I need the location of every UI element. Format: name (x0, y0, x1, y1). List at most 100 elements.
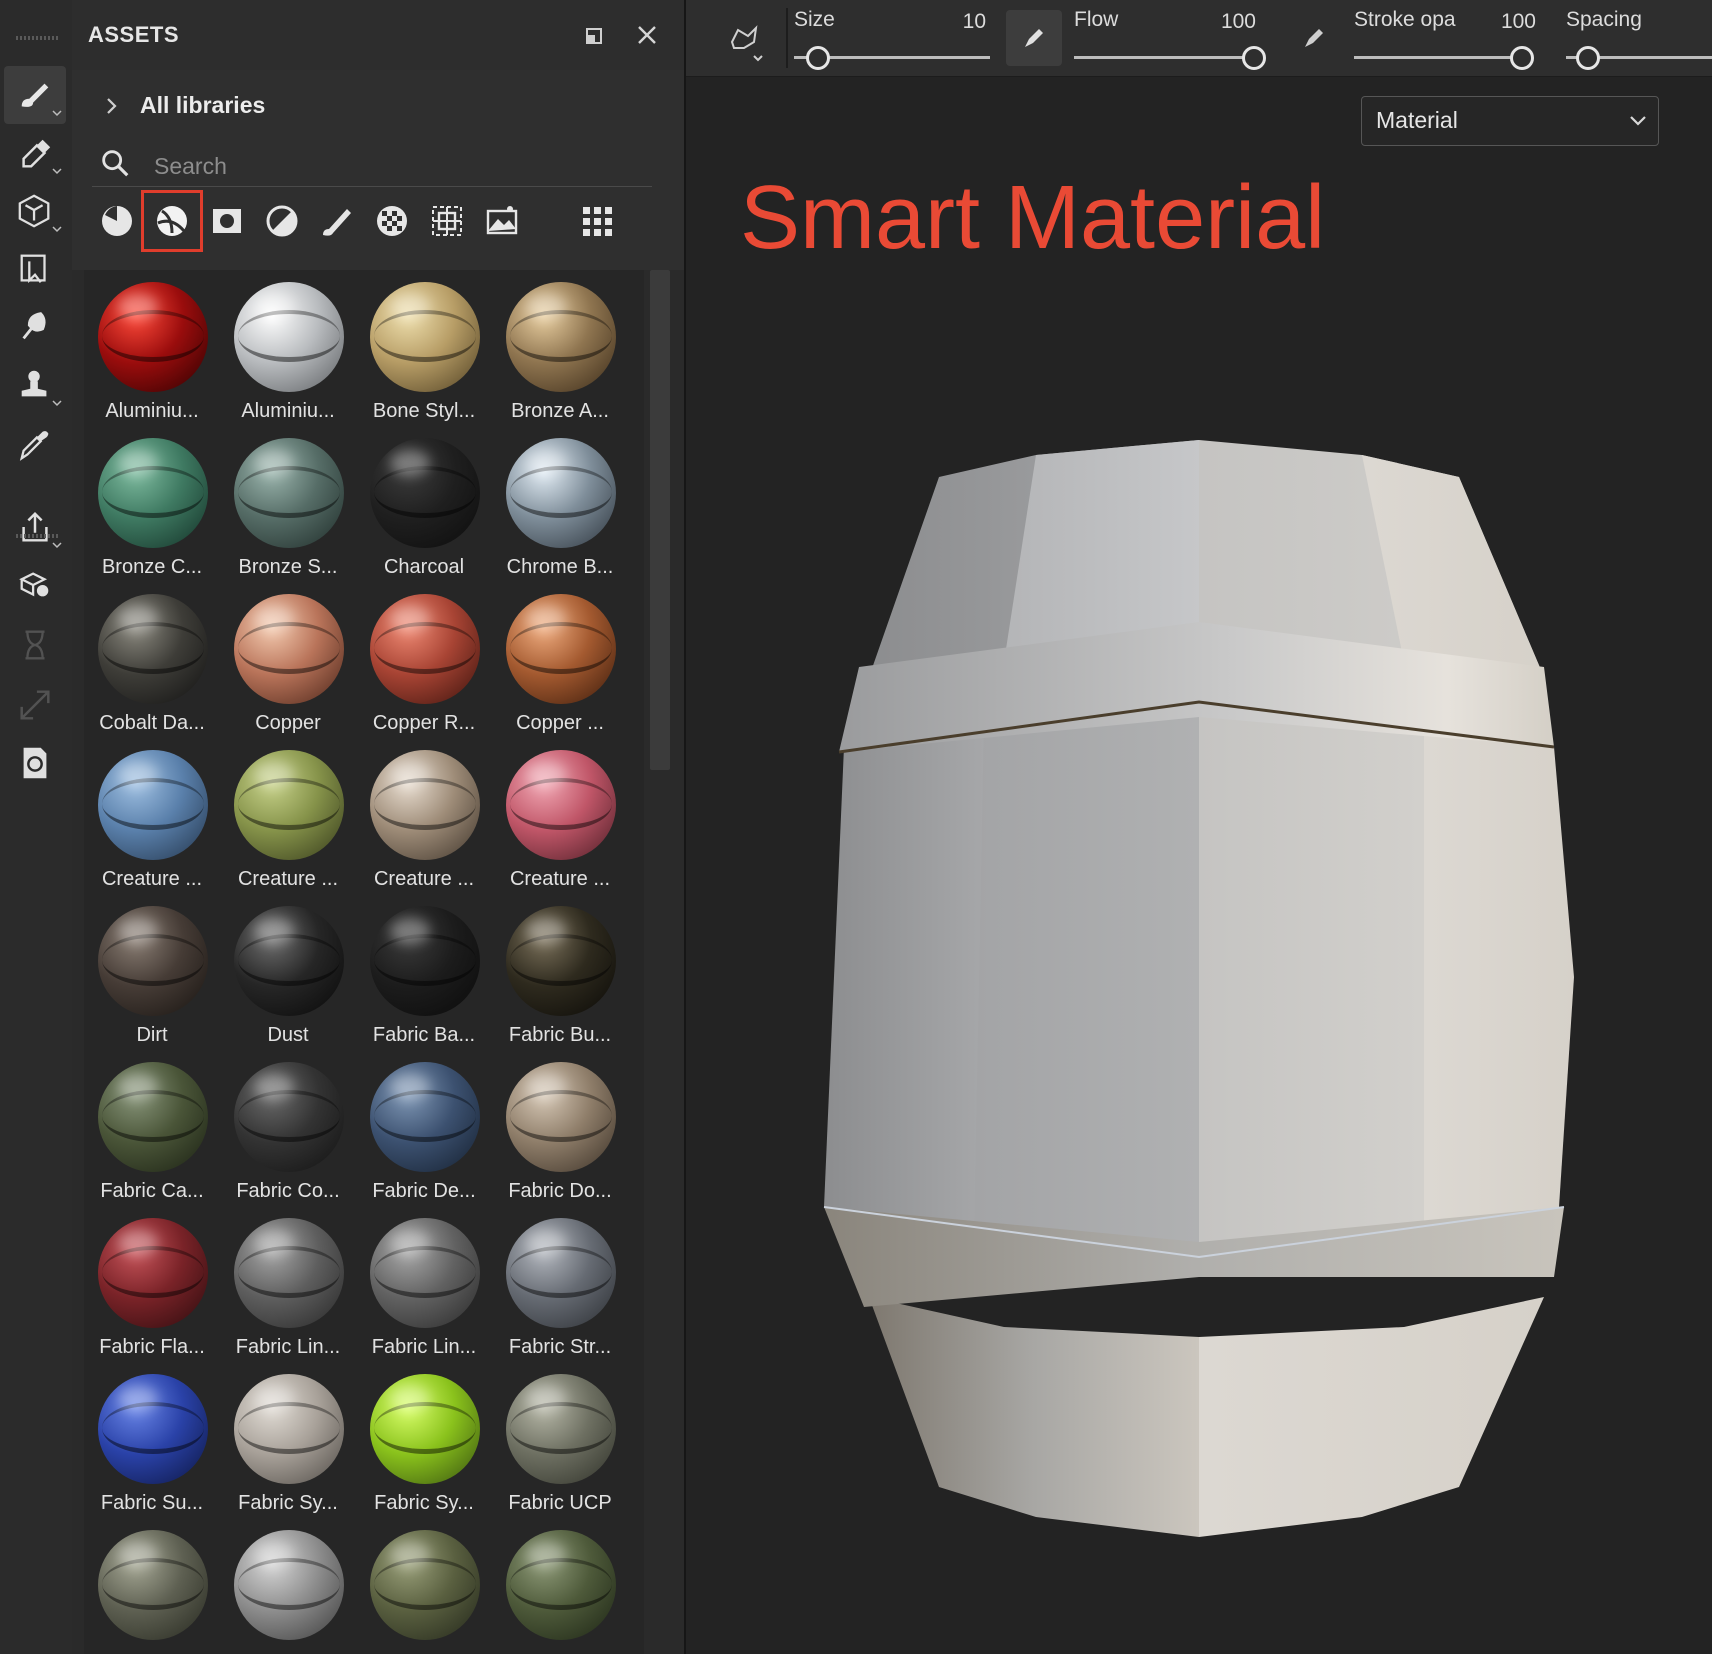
tool-polygon-fill[interactable] (4, 240, 66, 298)
environment-filter-icon (486, 206, 518, 235)
barrel-model[interactable] (784, 377, 1634, 1647)
asset-tile[interactable]: Bone Styl... (356, 270, 492, 426)
tool-color-picker[interactable] (4, 416, 66, 474)
brush-preset-picker[interactable] (724, 18, 768, 62)
material-filter-icon (102, 206, 132, 236)
asset-label: Fabric Su... (100, 1492, 204, 1514)
filter-texture[interactable] (416, 190, 478, 252)
tool-eraser[interactable] (4, 124, 66, 182)
rail-grip-secondary[interactable] (16, 534, 58, 538)
pressure-size-button[interactable] (1006, 10, 1062, 66)
asset-tile[interactable]: Copper ... (492, 582, 628, 738)
clone-stamp-icon (21, 370, 47, 397)
filter-alpha[interactable] (361, 190, 423, 252)
asset-tile[interactable]: Fabric Str... (492, 1206, 628, 1362)
filter-material[interactable] (86, 190, 148, 252)
grid-view-button[interactable] (566, 190, 628, 252)
chevron-down-icon (52, 542, 62, 549)
filter-environment[interactable] (471, 190, 533, 252)
3d-viewport[interactable]: Material Smart Material (686, 77, 1712, 1654)
search-icon (102, 150, 129, 177)
assets-panel: ASSETS All libraries Aluminiu...Aluminiu… (72, 0, 686, 1654)
asset-tile[interactable]: Creature ... (356, 738, 492, 894)
flow-slider[interactable] (1074, 56, 1254, 59)
material-preview-sphere (506, 1374, 616, 1484)
asset-tile[interactable]: Bronze S... (220, 426, 356, 582)
asset-tile[interactable]: Creature ... (220, 738, 356, 894)
asset-tile[interactable]: Fabric Su... (84, 1362, 220, 1518)
asset-tile[interactable]: Dirt (84, 894, 220, 1050)
asset-tile[interactable]: Cobalt Da... (84, 582, 220, 738)
tool-smudge[interactable] (4, 298, 66, 356)
brush-shape-icon (730, 25, 763, 62)
scrollbar[interactable] (650, 270, 670, 770)
asset-tile[interactable]: Fabric Co... (220, 1050, 356, 1206)
spacing-slider-knob[interactable] (1576, 46, 1600, 70)
size-value[interactable]: 10 (926, 10, 986, 34)
asset-tile[interactable]: Fabric Bu... (492, 894, 628, 1050)
pressure-flow-button[interactable] (1286, 10, 1342, 66)
brush-filter-icon (323, 209, 351, 236)
filter-brush[interactable] (306, 190, 368, 252)
asset-tile[interactable]: Creature ... (84, 738, 220, 894)
asset-tile[interactable]: Fabric Sy... (220, 1362, 356, 1518)
channel-mode-select[interactable]: Material (1361, 96, 1659, 146)
tool-timer[interactable] (4, 616, 66, 674)
material-preview-sphere (506, 1062, 616, 1172)
asset-tile[interactable]: Copper R... (356, 582, 492, 738)
asset-tile[interactable] (84, 1518, 220, 1654)
alpha-filter-icon (377, 206, 407, 236)
material-preview-sphere (234, 750, 344, 860)
size-slider-knob[interactable] (805, 46, 830, 70)
asset-tile[interactable]: Fabric Sy... (356, 1362, 492, 1518)
filter-smart-material[interactable] (141, 190, 203, 252)
asset-tile[interactable]: Fabric UCP (492, 1362, 628, 1518)
grid-view-icon (583, 207, 612, 236)
tool-paint-brush[interactable] (4, 66, 66, 124)
asset-tile[interactable]: Fabric De... (356, 1050, 492, 1206)
library-selector[interactable]: All libraries (102, 92, 265, 119)
search-input[interactable] (152, 150, 636, 182)
asset-tile[interactable]: Dust (220, 894, 356, 1050)
tool-export[interactable] (4, 498, 66, 556)
asset-tile[interactable]: Fabric Lin... (220, 1206, 356, 1362)
asset-label: Bronze C... (101, 556, 203, 578)
asset-tile[interactable] (356, 1518, 492, 1654)
asset-tile[interactable]: Bronze A... (492, 270, 628, 426)
asset-tile[interactable]: Fabric Lin... (356, 1206, 492, 1362)
filter-filter-effect-icon[interactable] (251, 190, 313, 252)
asset-tile[interactable]: Fabric Do... (492, 1050, 628, 1206)
tool-resize[interactable] (4, 676, 66, 734)
tool-clone-stamp[interactable] (4, 356, 66, 414)
asset-label: Fabric Sy... (374, 1492, 474, 1514)
flow-slider-knob[interactable] (1242, 46, 1266, 70)
popout-icon[interactable] (582, 22, 608, 48)
rail-grip[interactable] (16, 36, 58, 40)
asset-tile[interactable]: Fabric Ba... (356, 894, 492, 1050)
tool-projection-cube[interactable] (4, 182, 66, 240)
stroke-opacity-value[interactable]: 100 (1476, 10, 1536, 34)
tool-bake[interactable] (4, 556, 66, 614)
close-icon[interactable] (632, 20, 662, 50)
asset-tile[interactable]: Aluminiu... (220, 270, 356, 426)
asset-tile[interactable]: Chrome B... (492, 426, 628, 582)
color-picker-icon (19, 431, 49, 461)
asset-tile[interactable] (220, 1518, 356, 1654)
asset-tile[interactable] (492, 1518, 628, 1654)
filter-mask[interactable] (196, 190, 258, 252)
filter-effect-icon (266, 205, 298, 237)
asset-tile[interactable]: Aluminiu... (84, 270, 220, 426)
stroke-opacity-slider-knob[interactable] (1510, 46, 1534, 70)
asset-tile[interactable]: Fabric Ca... (84, 1050, 220, 1206)
asset-tile[interactable]: Bronze C... (84, 426, 220, 582)
asset-tile[interactable]: Fabric Fla... (84, 1206, 220, 1362)
asset-tile[interactable]: Creature ... (492, 738, 628, 894)
material-preview-sphere (98, 1218, 208, 1328)
stroke-opacity-slider[interactable] (1354, 56, 1522, 59)
asset-tile[interactable]: Copper (220, 582, 356, 738)
projection-cube-icon (18, 194, 50, 228)
asset-tile[interactable]: Charcoal (356, 426, 492, 582)
flow-value[interactable]: 100 (1196, 10, 1256, 34)
tool-refresh-document[interactable] (4, 734, 66, 792)
asset-label: Creature ... (101, 868, 203, 890)
